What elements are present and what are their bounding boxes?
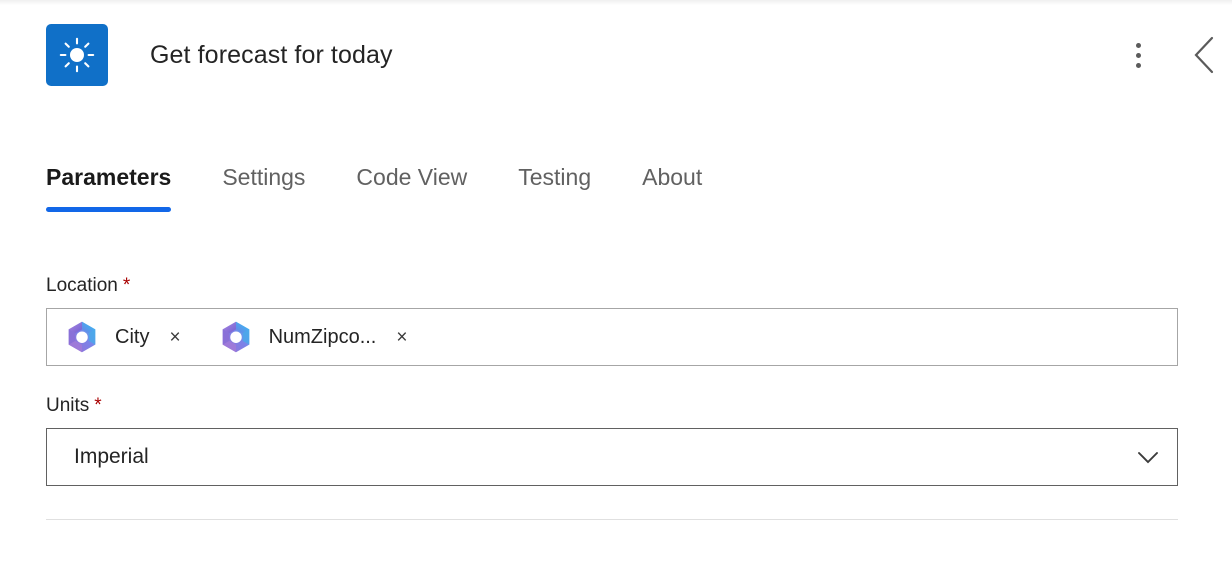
units-selected-value: Imperial [74, 445, 149, 468]
field-spacer [46, 366, 1178, 395]
token-numzipcode[interactable]: NumZipco... × [215, 317, 416, 357]
panel-header: Get forecast for today [0, 24, 1232, 86]
collapse-panel-button[interactable] [1182, 33, 1226, 77]
tab-about[interactable]: About [642, 160, 727, 212]
chevron-left-icon [1194, 36, 1214, 74]
more-options-button[interactable] [1116, 33, 1160, 77]
location-input[interactable]: City × NumZipco... × [46, 308, 1178, 366]
units-select[interactable]: Imperial [46, 428, 1178, 486]
tab-code-view[interactable]: Code View [356, 160, 492, 212]
more-vertical-icon [1135, 42, 1141, 68]
tab-settings[interactable]: Settings [222, 160, 330, 212]
token-label: City [115, 325, 150, 348]
token-city[interactable]: City × [61, 317, 189, 357]
token-label: NumZipco... [268, 325, 377, 348]
tab-parameters[interactable]: Parameters [46, 160, 196, 212]
units-label-text: Units [46, 395, 90, 416]
location-label: Location * [46, 275, 1178, 297]
window-top-edge [0, 0, 1232, 5]
copilot-icon [222, 321, 249, 353]
tab-testing[interactable]: Testing [518, 160, 616, 212]
section-divider [46, 519, 1178, 520]
copilot-icon [68, 321, 96, 353]
token-remove-button[interactable]: × [165, 326, 184, 349]
units-label: Units * [46, 395, 1178, 417]
sun-icon [46, 24, 108, 86]
units-required-asterisk: * [94, 395, 102, 416]
token-remove-button[interactable]: × [392, 326, 411, 349]
page-title: Get forecast for today [150, 40, 393, 69]
location-required-asterisk: * [122, 275, 131, 296]
parameters-form: Location * City × NumZipco... × Units * … [46, 275, 1178, 486]
header-actions [1116, 33, 1232, 77]
location-label-text: Location [46, 275, 118, 296]
tab-list: Parameters Settings Code View Testing Ab… [46, 160, 727, 212]
chevron-down-icon [1138, 452, 1158, 464]
